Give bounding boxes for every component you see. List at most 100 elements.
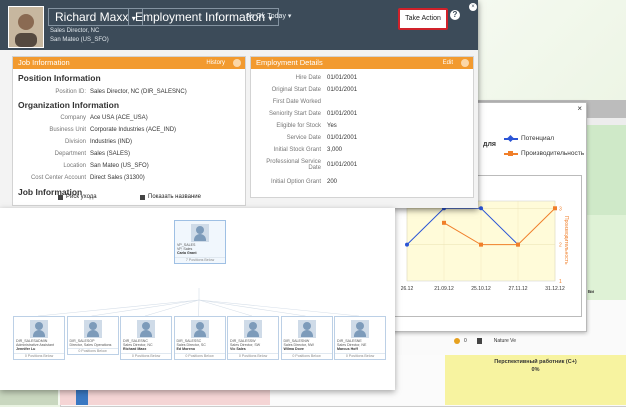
- x-tick-label: 26.12: [401, 286, 414, 292]
- status-count: 0: [464, 338, 467, 344]
- positions-below[interactable]: 0 Positions Below: [335, 352, 385, 359]
- field-label: Original Start Date: [271, 87, 321, 93]
- field-value: Sales (SALES): [90, 151, 131, 157]
- person-icon: [476, 338, 482, 344]
- person-placeholder-icon: [297, 320, 316, 338]
- panel-header: Employment Details Edit: [251, 57, 473, 69]
- field-label: Company: [60, 115, 86, 121]
- field-label: Location: [63, 163, 86, 169]
- org-card-root[interactable]: VP_SALES VP, Sales Carla Grant 7 Positio…: [174, 220, 226, 264]
- field-value: 200: [327, 179, 338, 185]
- position-section-title: Position Information: [18, 73, 101, 83]
- as-of-dropdown[interactable]: As Of: Today ▾: [246, 12, 291, 20]
- org-card[interactable]: DIR_SALESSC Sales Director, SC Ed Moreno…: [173, 316, 226, 360]
- legend-line-icon: [504, 150, 518, 156]
- field-value: Yes: [327, 123, 337, 129]
- small-side-label: Би: [588, 289, 595, 294]
- status-label: Nature Ve: [493, 338, 517, 344]
- employee-name: Richard Maxx: [55, 10, 129, 24]
- chart-title-fragment: для: [483, 141, 496, 148]
- legend-item-potential: Потенциал: [504, 134, 555, 142]
- take-action-button[interactable]: Take Action: [398, 8, 448, 30]
- legend-label: Производительность: [521, 150, 585, 157]
- right-tick-label: 3: [559, 206, 562, 212]
- incumbent-name: Carla Grant: [177, 251, 197, 256]
- positions-below[interactable]: 7 Positions Below: [175, 256, 225, 263]
- person-placeholder-icon: [351, 320, 369, 338]
- org-card[interactable]: DIR_SALESNE Sales Director, NE Marcus Ho…: [334, 316, 386, 360]
- bottom-cell-title: Перспективный работник (C+): [494, 359, 577, 365]
- field-value: 01/01/2001: [327, 162, 358, 168]
- legend-label: Потенциал: [521, 135, 555, 142]
- gear-icon[interactable]: [233, 59, 241, 67]
- panel-title: Employment Details: [256, 58, 323, 67]
- incumbent-name: Marcus Hoff: [337, 347, 358, 352]
- panel-title: Job Information: [18, 58, 70, 67]
- checkbox-icon: [58, 194, 63, 200]
- gear-icon[interactable]: [461, 59, 469, 67]
- org-card[interactable]: DIR_SALESNW Sales Director, NW Wilma Dov…: [280, 316, 333, 360]
- incumbent-name: Jennifer Lu: [16, 347, 36, 352]
- positions-below[interactable]: 0 Positions Below: [174, 352, 225, 359]
- close-icon[interactable]: ×: [577, 104, 582, 113]
- incumbent-name: Ed Moreno: [176, 347, 196, 352]
- data-point: [442, 220, 446, 225]
- field-label: Service Date: [286, 135, 321, 141]
- status-dot-icon: [454, 338, 460, 344]
- incumbent-name: Wilma Dove: [283, 347, 304, 352]
- field-value: Direct Sales (31300): [90, 175, 145, 181]
- field-label: Hire Date: [295, 75, 321, 81]
- employment-details-panel: Employment Details Edit Hire Date 01/01/2…: [250, 56, 474, 198]
- x-tick-label: 27.11.12: [508, 286, 527, 292]
- checkbox-label: Показать название: [148, 194, 201, 200]
- data-point: [479, 206, 483, 211]
- position-id-value: Sales Director, NC (DIR_SALESNC): [90, 89, 187, 95]
- field-value: 01/01/2001: [327, 135, 358, 141]
- employee-profile-window: Richard Maxx ▾ Employment Information ▾ …: [0, 0, 478, 208]
- positions-below[interactable]: 0 Positions Below: [281, 352, 332, 359]
- position-id-label: Position ID:: [55, 89, 86, 95]
- person-placeholder-icon: [244, 320, 262, 338]
- close-icon[interactable]: ×: [469, 3, 477, 11]
- org-card[interactable]: DIR_SALESNC Sales Director, NC Richard M…: [120, 316, 172, 360]
- data-point: [479, 242, 483, 247]
- positions-below[interactable]: 0 Positions Below: [228, 352, 278, 359]
- field-value: Ace USA (ACE_USA): [90, 115, 148, 121]
- question-icon[interactable]: ?: [450, 10, 460, 20]
- profile-header: Richard Maxx ▾ Employment Information ▾ …: [0, 0, 478, 50]
- edit-link[interactable]: Edit: [443, 57, 453, 69]
- field-value: 01/01/2001: [327, 111, 358, 117]
- person-placeholder-icon: [137, 320, 155, 338]
- org-card[interactable]: DIR_SALESOP Director, Sales Operations 0…: [66, 316, 119, 356]
- status-indicator-row: 0 Nature Ve: [454, 338, 516, 344]
- field-value: 3,000: [327, 147, 343, 153]
- positions-below[interactable]: 0 Positions Below: [121, 352, 171, 359]
- legend-line-icon: [504, 134, 518, 142]
- person-placeholder-icon: [190, 320, 209, 338]
- panel-header: Job Information History: [13, 57, 245, 69]
- positions-below[interactable]: 0 Positions Below: [14, 352, 64, 359]
- org-card[interactable]: DIR_SALESSW Sales Director, SW Vic Sales…: [227, 316, 279, 360]
- field-label: Division: [64, 139, 86, 145]
- field-label: Eligible for Stock: [276, 123, 321, 129]
- field-value: 01/01/2001: [327, 87, 358, 93]
- checkbox-show-title[interactable]: Показать название: [140, 194, 201, 200]
- positions-below[interactable]: 0 Positions Below: [67, 348, 118, 354]
- field-label: Initial Stock Grant: [273, 147, 321, 153]
- field-value: San Mateo (US_SFO): [90, 163, 149, 169]
- field-label: Professional Service Date: [266, 159, 321, 171]
- field-value: Industries (IND): [90, 139, 133, 145]
- chevron-down-icon: ▾: [287, 13, 292, 20]
- data-point: [405, 242, 409, 247]
- field-value: 01/01/2001: [327, 75, 358, 81]
- field-label: Cost Center Account: [30, 175, 86, 181]
- avatar: [8, 6, 44, 48]
- history-link[interactable]: History: [206, 57, 225, 69]
- employee-location: San Mateo (US_SFO): [50, 37, 109, 43]
- field-label: Department: [54, 151, 86, 157]
- incumbent-name: Richard Maxx: [123, 347, 147, 352]
- checkbox-flight-risk[interactable]: Риск ухода: [58, 194, 97, 200]
- position-title: Director, Sales Operations: [69, 343, 112, 348]
- right-tick-label: 2: [559, 243, 562, 249]
- org-card[interactable]: DIR_SALESADMIN Administrative Assistant …: [13, 316, 65, 360]
